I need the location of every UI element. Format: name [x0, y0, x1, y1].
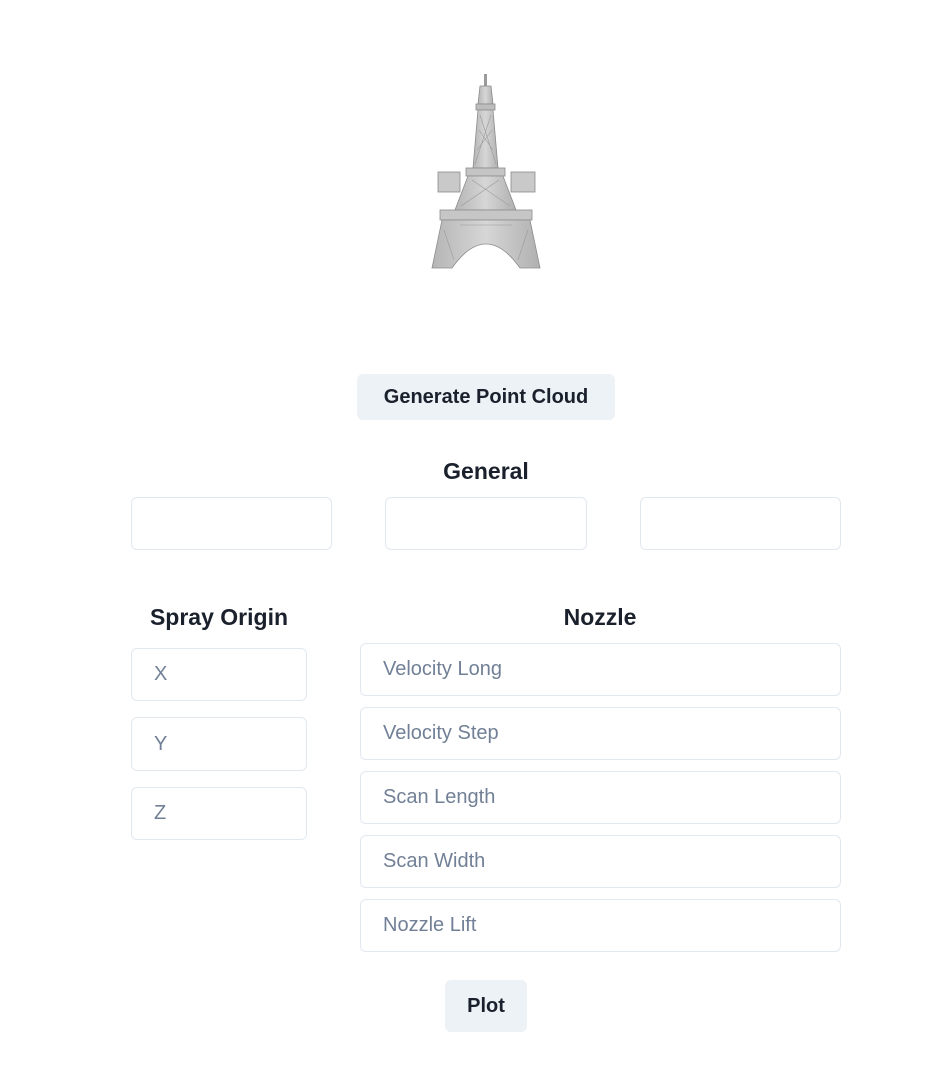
velocity-step-input[interactable] [360, 707, 841, 760]
scan-length-input[interactable] [360, 771, 841, 824]
velocity-long-input[interactable] [360, 643, 841, 696]
spray-origin-x-input[interactable] [131, 648, 307, 701]
general-heading: General [443, 458, 529, 484]
scan-width-input[interactable] [360, 835, 841, 888]
spray-origin-heading: Spray Origin [149, 604, 289, 630]
eiffel-tower-icon [431, 74, 541, 269]
generate-point-cloud-button[interactable]: Generate Point Cloud [357, 374, 615, 420]
general-field-1[interactable] [131, 497, 332, 550]
plot-button[interactable]: Plot [445, 980, 527, 1032]
general-field-2[interactable] [385, 497, 587, 550]
spray-origin-y-input[interactable] [131, 717, 307, 771]
nozzle-lift-input[interactable] [360, 899, 841, 952]
general-field-3[interactable] [640, 497, 841, 550]
nozzle-heading: Nozzle [563, 604, 637, 630]
model-viewer[interactable] [380, 60, 592, 280]
spray-origin-z-input[interactable] [131, 787, 307, 840]
